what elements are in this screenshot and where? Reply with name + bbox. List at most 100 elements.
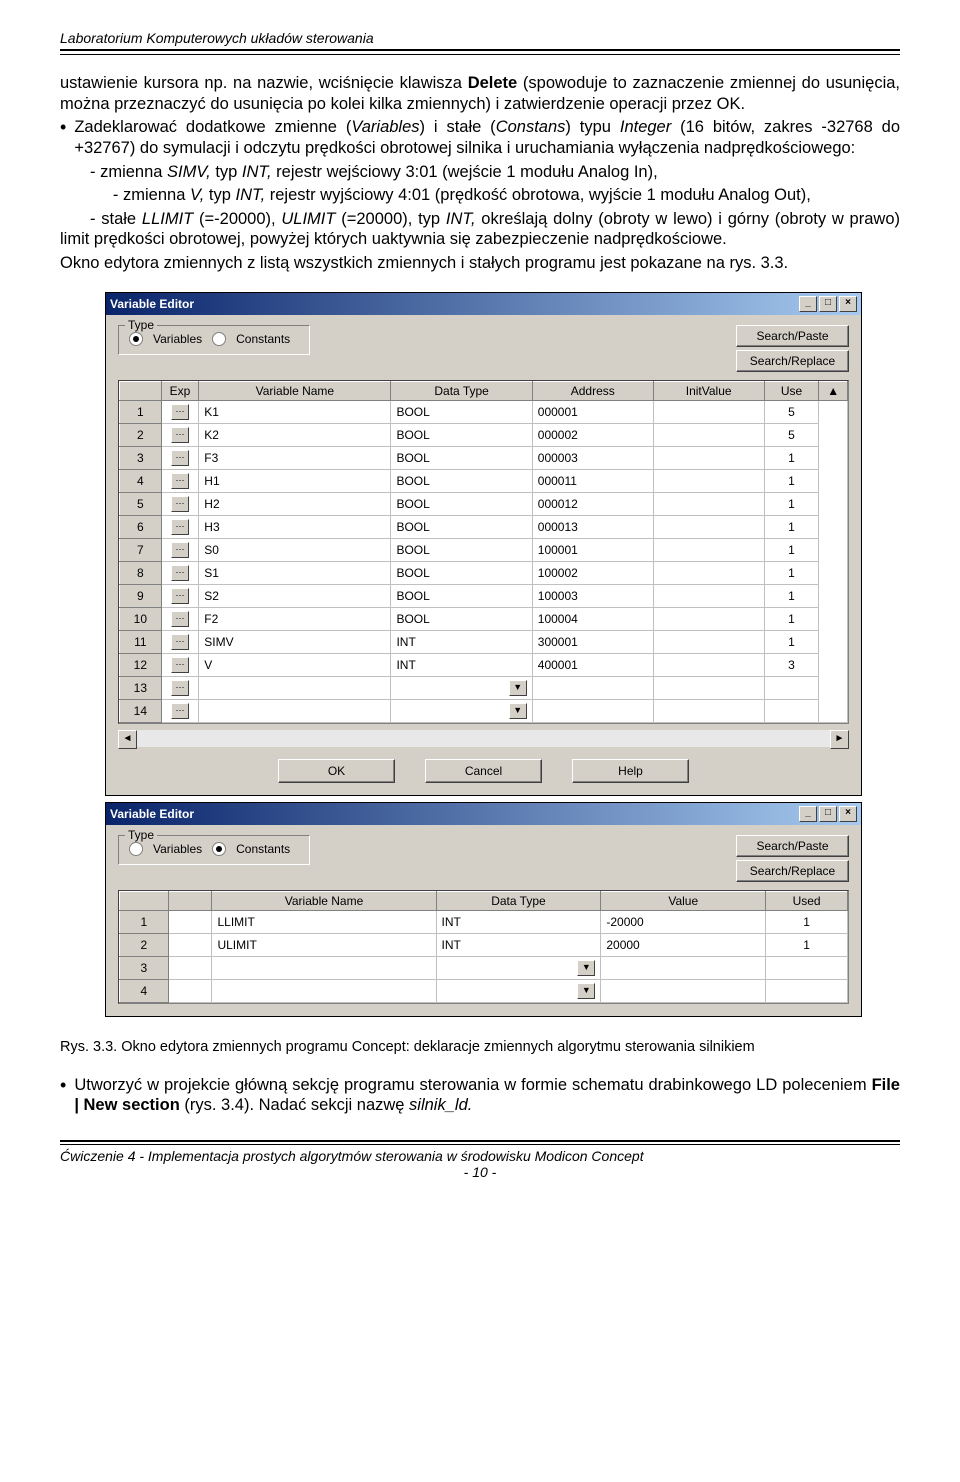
table-row[interactable]: 3▼ — [120, 956, 848, 979]
cell-value[interactable] — [601, 979, 766, 1002]
cell-value[interactable] — [601, 956, 766, 979]
cell-address[interactable]: 000001 — [532, 400, 653, 423]
cell-type[interactable]: BOOL — [391, 469, 532, 492]
radio-variables-1[interactable] — [129, 332, 143, 346]
table-row[interactable]: 1⋯K1BOOL0000015 — [120, 400, 848, 423]
cell-type[interactable]: INT — [436, 910, 601, 933]
table-row[interactable]: 14⋯▼ — [120, 699, 848, 722]
cell-initvalue[interactable] — [653, 492, 764, 515]
ok-button[interactable]: OK — [278, 759, 395, 783]
cell-name[interactable] — [212, 979, 436, 1002]
cell-address[interactable]: 300001 — [532, 630, 653, 653]
table-row[interactable]: 8⋯S1BOOL1000021 — [120, 561, 848, 584]
maximize-icon-2[interactable]: □ — [819, 806, 837, 822]
expand-button[interactable]: ⋯ — [161, 446, 199, 469]
cell-type[interactable]: BOOL — [391, 446, 532, 469]
cell-initvalue[interactable] — [653, 676, 764, 699]
cell-name[interactable]: ULIMIT — [212, 933, 436, 956]
cell-name[interactable]: H2 — [199, 492, 391, 515]
cell-address[interactable]: 000002 — [532, 423, 653, 446]
expand-button[interactable]: ⋯ — [161, 653, 199, 676]
table-row[interactable]: 11⋯SIMVINT3000011 — [120, 630, 848, 653]
expand-button[interactable]: ⋯ — [161, 584, 199, 607]
cell-initvalue[interactable] — [653, 515, 764, 538]
cell-type[interactable]: INT — [436, 933, 601, 956]
cell-initvalue[interactable] — [653, 446, 764, 469]
expand-button[interactable]: ⋯ — [161, 561, 199, 584]
minimize-icon-2[interactable]: _ — [799, 806, 817, 822]
cell-name[interactable] — [199, 699, 391, 722]
cell-type[interactable]: ▼ — [391, 699, 532, 722]
cell-type[interactable]: BOOL — [391, 423, 532, 446]
cell-address[interactable]: 000013 — [532, 515, 653, 538]
table-row[interactable]: 13⋯▼ — [120, 676, 848, 699]
table-row[interactable]: 2⋯K2BOOL0000025 — [120, 423, 848, 446]
cell-address[interactable]: 100004 — [532, 607, 653, 630]
cell-type[interactable]: BOOL — [391, 561, 532, 584]
table-row[interactable]: 6⋯H3BOOL0000131 — [120, 515, 848, 538]
cell-type[interactable]: BOOL — [391, 400, 532, 423]
cell-address[interactable]: 000011 — [532, 469, 653, 492]
table-row[interactable]: 5⋯H2BOOL0000121 — [120, 492, 848, 515]
cell-name[interactable]: F2 — [199, 607, 391, 630]
radio-constants-2[interactable] — [212, 842, 226, 856]
cell-initvalue[interactable] — [653, 423, 764, 446]
cell-initvalue[interactable] — [653, 653, 764, 676]
scroll-left-icon[interactable]: ◄ — [118, 730, 137, 749]
cell-type[interactable]: BOOL — [391, 584, 532, 607]
cell-type[interactable]: INT — [391, 653, 532, 676]
cell-name[interactable]: S0 — [199, 538, 391, 561]
expand-button[interactable]: ⋯ — [161, 538, 199, 561]
cell-value[interactable]: 20000 — [601, 933, 766, 956]
cell-type[interactable]: ▼ — [436, 979, 601, 1002]
table-row[interactable]: 2ULIMITINT200001 — [120, 933, 848, 956]
cell-address[interactable]: 100001 — [532, 538, 653, 561]
cell-address[interactable]: 400001 — [532, 653, 653, 676]
expand-button[interactable]: ⋯ — [161, 515, 199, 538]
cell-type[interactable]: BOOL — [391, 607, 532, 630]
cell-name[interactable] — [212, 956, 436, 979]
cell-name[interactable]: K1 — [199, 400, 391, 423]
expand-button[interactable]: ⋯ — [161, 699, 199, 722]
cell-address[interactable]: 100003 — [532, 584, 653, 607]
search-replace-button-2[interactable]: Search/Replace — [736, 860, 849, 882]
close-icon-2[interactable]: × — [839, 806, 857, 822]
scroll-track[interactable] — [137, 730, 830, 747]
cell-initvalue[interactable] — [653, 400, 764, 423]
scrollbar-h-1[interactable]: ◄ ► — [118, 730, 849, 747]
cell-value[interactable]: -20000 — [601, 910, 766, 933]
help-button[interactable]: Help — [572, 759, 689, 783]
table-row[interactable]: 4▼ — [120, 979, 848, 1002]
cell-type[interactable]: INT — [391, 630, 532, 653]
cell-type[interactable]: ▼ — [436, 956, 601, 979]
table-row[interactable]: 9⋯S2BOOL1000031 — [120, 584, 848, 607]
expand-button[interactable]: ⋯ — [161, 423, 199, 446]
cell-name[interactable]: S2 — [199, 584, 391, 607]
table-row[interactable]: 1LLIMITINT-200001 — [120, 910, 848, 933]
expand-button[interactable]: ⋯ — [161, 607, 199, 630]
cell-name[interactable]: H3 — [199, 515, 391, 538]
cell-address[interactable]: 000003 — [532, 446, 653, 469]
search-paste-button-1[interactable]: Search/Paste — [736, 325, 849, 347]
cell-name[interactable]: K2 — [199, 423, 391, 446]
cell-name[interactable] — [199, 676, 391, 699]
expand-button[interactable]: ⋯ — [161, 492, 199, 515]
cell-name[interactable]: F3 — [199, 446, 391, 469]
cell-initvalue[interactable] — [653, 561, 764, 584]
cell-type[interactable]: BOOL — [391, 492, 532, 515]
table-row[interactable]: 12⋯VINT4000013 — [120, 653, 848, 676]
expand-button[interactable]: ⋯ — [161, 469, 199, 492]
cell-name[interactable]: H1 — [199, 469, 391, 492]
cell-type[interactable]: BOOL — [391, 515, 532, 538]
cell-initvalue[interactable] — [653, 584, 764, 607]
cancel-button[interactable]: Cancel — [425, 759, 542, 783]
cell-address[interactable] — [532, 676, 653, 699]
cell-address[interactable] — [532, 699, 653, 722]
cell-initvalue[interactable] — [653, 607, 764, 630]
maximize-icon[interactable]: □ — [819, 296, 837, 312]
table-row[interactable]: 10⋯F2BOOL1000041 — [120, 607, 848, 630]
cell-initvalue[interactable] — [653, 469, 764, 492]
minimize-icon[interactable]: _ — [799, 296, 817, 312]
expand-button[interactable]: ⋯ — [161, 400, 199, 423]
expand-button[interactable]: ⋯ — [161, 676, 199, 699]
